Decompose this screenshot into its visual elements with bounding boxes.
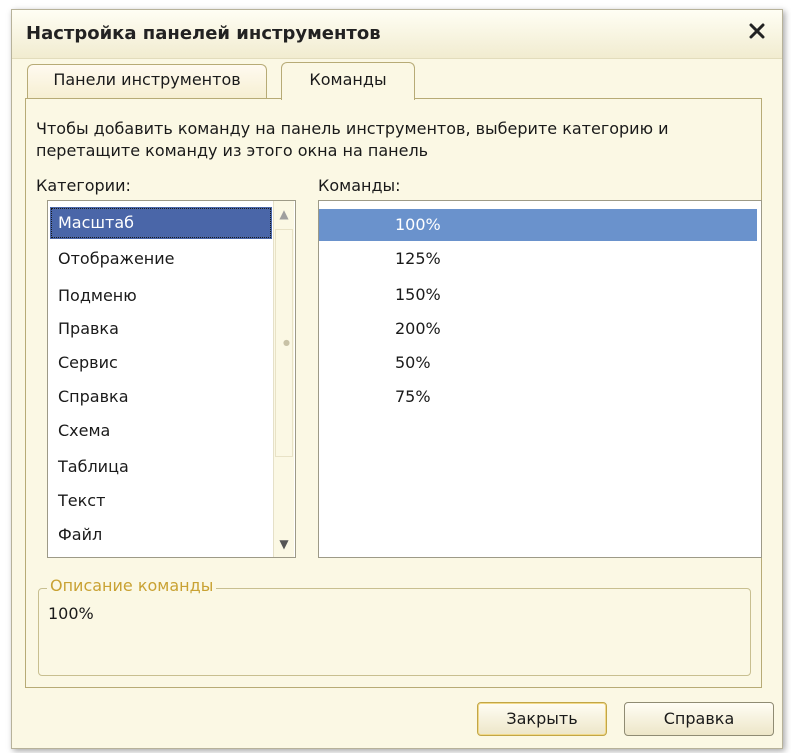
- commands-label: Команды:: [318, 176, 401, 195]
- scroll-down-arrow-icon[interactable]: ▼: [274, 533, 294, 555]
- list-item-category[interactable]: Подменю: [58, 280, 272, 312]
- list-item-command[interactable]: 150%: [319, 279, 757, 311]
- close-button[interactable]: Закрыть: [477, 702, 607, 736]
- list-item-category[interactable]: Отображение: [58, 243, 272, 275]
- list-item-category-selected[interactable]: Масштаб: [50, 207, 272, 239]
- list-item-command[interactable]: 200%: [319, 313, 757, 345]
- help-button[interactable]: Справка: [624, 702, 774, 736]
- categories-label: Категории:: [36, 176, 131, 195]
- dialog-title: Настройка панелей инструментов: [26, 23, 381, 44]
- tab-commands[interactable]: Команды: [281, 62, 415, 100]
- instruction-text: Чтобы добавить команду на панель инструм…: [36, 119, 669, 160]
- list-item-command[interactable]: 125%: [319, 243, 757, 275]
- list-item-category[interactable]: Текст: [58, 485, 272, 517]
- close-icon[interactable]: [746, 20, 768, 42]
- list-item-category[interactable]: Схема: [58, 415, 272, 447]
- list-item-category[interactable]: Правка: [58, 313, 272, 345]
- categories-scrollbar[interactable]: ▲ ● ▼: [273, 201, 294, 557]
- scroll-grip-icon: ●: [283, 338, 290, 347]
- list-item-category[interactable]: Справка: [58, 381, 272, 413]
- list-item-category[interactable]: Таблица: [58, 451, 272, 483]
- list-item-command[interactable]: 50%: [319, 347, 757, 379]
- command-description-legend: Описание команды: [47, 576, 217, 595]
- list-item-command[interactable]: 75%: [319, 381, 757, 413]
- list-item-category[interactable]: Сервис: [58, 347, 272, 379]
- categories-list[interactable]: Масштаб Отображение Подменю Правка Серви…: [47, 200, 296, 558]
- scroll-thumb[interactable]: ●: [275, 229, 293, 457]
- scroll-up-arrow-icon[interactable]: ▲: [274, 203, 294, 225]
- commands-list[interactable]: 100% 125% 150% 200% 50% 75%: [318, 200, 762, 558]
- list-item-command-selected[interactable]: 100%: [319, 209, 757, 241]
- command-description-group: [38, 588, 751, 676]
- tab-toolbars[interactable]: Панели инструментов: [27, 64, 267, 98]
- title-bar[interactable]: Настройка панелей инструментов: [12, 10, 782, 59]
- command-description-text: 100%: [48, 604, 94, 623]
- list-item-category[interactable]: Файл: [58, 519, 272, 551]
